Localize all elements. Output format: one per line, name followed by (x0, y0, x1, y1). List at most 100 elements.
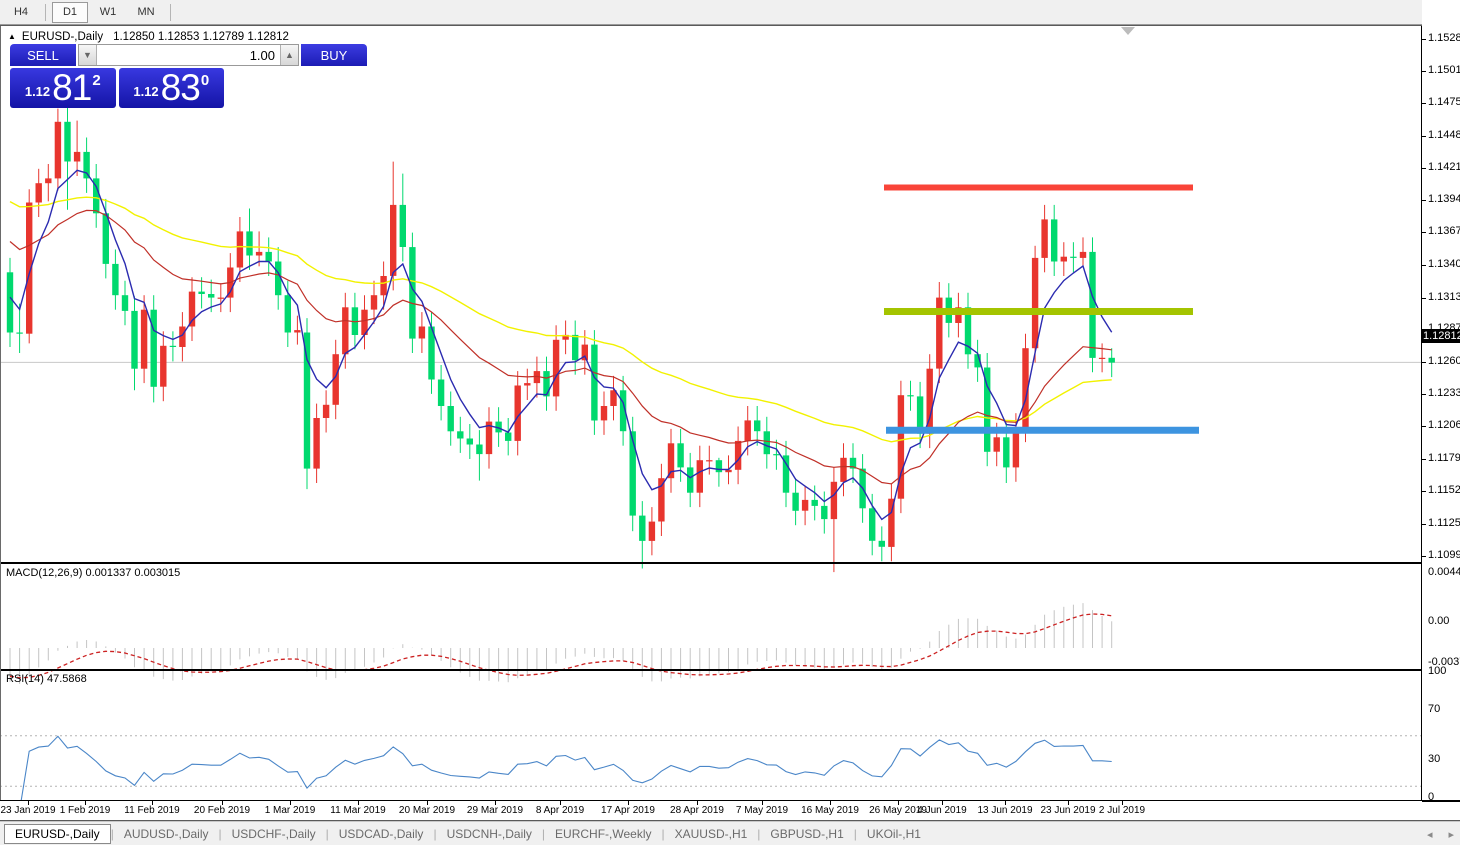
rsi-axis-label: 70 (1428, 703, 1440, 715)
chart-tab-bar: EURUSD-,Daily|AUDUSD-,Daily|USDCHF-,Dail… (0, 821, 1460, 845)
price-axis-label: 1.14480 (1428, 129, 1460, 141)
sell-price-button[interactable]: 1.12 81 2 (10, 68, 116, 108)
price-axis-label: 1.11525 (1428, 484, 1460, 496)
axis-tick (1422, 200, 1426, 201)
price-axis-label: 1.11795 (1428, 452, 1460, 464)
pane-separator[interactable] (0, 562, 1460, 564)
tab-scroll-left-icon[interactable]: ◂ (1427, 828, 1433, 841)
buy-price-prefix: 1.12 (133, 84, 158, 106)
buy-price-button[interactable]: 1.12 83 0 (119, 68, 225, 108)
timeframe-buttons: H4 D1W1MN (2, 2, 176, 23)
price-axis-label: 1.11255 (1428, 517, 1460, 529)
volume-input[interactable] (97, 45, 280, 65)
rsi-label: RSI(14) 47.5868 (6, 673, 87, 685)
price-axis-label: 1.15015 (1428, 64, 1460, 76)
price-axis-label: 1.14210 (1428, 161, 1460, 173)
date-axis-label: 11 Feb 2019 (112, 805, 192, 816)
sell-price-prefix: 1.12 (25, 84, 50, 106)
axis-tick (1422, 459, 1426, 460)
tab-usdcad-daily[interactable]: USDCAD-,Daily (329, 824, 434, 844)
price-axis-label: 1.12065 (1428, 419, 1460, 431)
price-axis-label: 1.10990 (1428, 549, 1460, 561)
tab-scroll-right-icon[interactable]: ▸ (1448, 828, 1454, 841)
tab-xauusd-h1[interactable]: XAUUSD-,H1 (665, 824, 758, 844)
date-axis-label: 2 Jul 2019 (1082, 805, 1162, 816)
triangle-down-icon: ▼ (83, 50, 92, 60)
one-click-trade-panel: SELL ▼ ▲ BUY 1.12 81 2 1.12 83 0 (10, 44, 224, 108)
price-axis-label: 1.13675 (1428, 225, 1460, 237)
tab-gbpusd-h1[interactable]: GBPUSD-,H1 (760, 824, 853, 844)
timeframe-toolbar: H4 D1W1MN (0, 0, 1460, 25)
axis-tick (1422, 556, 1426, 557)
rsi-axis-label: 100 (1428, 665, 1446, 677)
rsi-axis-label: 30 (1428, 753, 1440, 765)
price-axis-label: 1.13945 (1428, 193, 1460, 205)
toolbar-separator (45, 4, 46, 21)
price-axis-label: 1.12330 (1428, 387, 1460, 399)
price-axis-label: 1.13405 (1428, 258, 1460, 270)
volume-increase-button[interactable]: ▲ (280, 45, 298, 65)
volume-decrease-button[interactable]: ▼ (79, 45, 97, 65)
buy-price-big: 83 (161, 70, 200, 106)
tab-eurusd-daily[interactable]: EURUSD-,Daily (4, 824, 111, 844)
tab-list: EURUSD-,Daily|AUDUSD-,Daily|USDCHF-,Dail… (0, 824, 931, 844)
macd-pane[interactable] (0, 590, 1422, 694)
axis-tick (1422, 394, 1426, 395)
price-axis-label: 1.13135 (1428, 291, 1460, 303)
chart-title: ▲ EURUSD-,Daily 1.12850 1.12853 1.12789 1.… (8, 31, 289, 43)
price-axis[interactable]: 1.15285 1.15015 1.14750 1.14480 1.14210 1.139… (1422, 0, 1460, 800)
date-axis-label: 11 Mar 2019 (318, 805, 398, 816)
sell-button[interactable]: SELL (10, 44, 76, 66)
macd-axis-label: 0.004465 (1428, 566, 1460, 578)
collapse-arrow-icon[interactable]: ▲ (8, 32, 16, 41)
symbol-title: EURUSD-,Daily (22, 31, 103, 43)
ma-mid-line (10, 210, 1112, 484)
axis-tick (1422, 491, 1426, 492)
timeframe-button-w1[interactable]: W1 (90, 2, 126, 23)
price-axis-label: 1.12600 (1428, 355, 1460, 367)
triangle-up-icon: ▲ (285, 50, 294, 60)
price-axis-label: 1.15285 (1428, 32, 1460, 44)
volume-stepper: ▼ ▲ (78, 44, 299, 66)
axis-tick (1422, 71, 1426, 72)
pane-separator[interactable] (0, 669, 1460, 671)
current-price-tag: 1.12812 (1422, 329, 1460, 343)
chart-left-border (0, 26, 1, 800)
buy-button[interactable]: BUY (301, 44, 367, 66)
rsi-axis-label: 0 (1428, 791, 1434, 803)
macd-axis-label: 0.00 (1428, 615, 1449, 627)
tab-usdchf-daily[interactable]: USDCHF-,Daily (222, 824, 326, 844)
tab-usdcnh-daily[interactable]: USDCNH-,Daily (437, 824, 542, 844)
ma-fast-line (10, 170, 1112, 519)
axis-tick (1422, 524, 1426, 525)
tab-ukoil-h1[interactable]: UKOil-,H1 (857, 824, 931, 844)
timeframe-button-d1[interactable]: D1 (52, 2, 88, 23)
axis-tick (1422, 39, 1426, 40)
axis-tick (1422, 298, 1426, 299)
axis-tick (1422, 232, 1426, 233)
buy-price-pip: 0 (201, 72, 209, 89)
axis-tick (1422, 136, 1426, 137)
price-chart[interactable] (0, 52, 1422, 589)
toolbar-separator (170, 4, 171, 21)
axis-tick (1422, 103, 1426, 104)
timeframe-button-mn[interactable]: MN (128, 2, 164, 23)
macd-label: MACD(12,26,9) 0.001337 0.003015 (6, 567, 180, 579)
sell-price-pip: 2 (92, 72, 100, 89)
date-axis-label: 17 Apr 2019 (588, 805, 668, 816)
axis-tick (1422, 362, 1426, 363)
chart-shift-marker-icon[interactable] (1121, 27, 1135, 35)
macd-histogram (10, 603, 1112, 684)
axis-tick (1422, 265, 1426, 266)
axis-tick (1422, 426, 1426, 427)
chart-window (0, 25, 1460, 821)
tab-audusd-daily[interactable]: AUDUSD-,Daily (114, 824, 219, 844)
tab-eurchf-weekly[interactable]: EURCHF-,Weekly (545, 824, 661, 844)
price-axis-label: 1.14750 (1428, 96, 1460, 108)
tab-scroll-controls: ◂ ▸ (1427, 822, 1454, 846)
axis-tick (1422, 168, 1426, 169)
date-axis[interactable]: 23 Jan 20191 Feb 201911 Feb 201920 Feb 2… (0, 801, 1422, 820)
timeframe-button-h4[interactable]: H4 (3, 2, 39, 23)
sell-price-big: 81 (52, 70, 91, 106)
ohlc-values: 1.12850 1.12853 1.12789 1.12812 (113, 31, 289, 43)
